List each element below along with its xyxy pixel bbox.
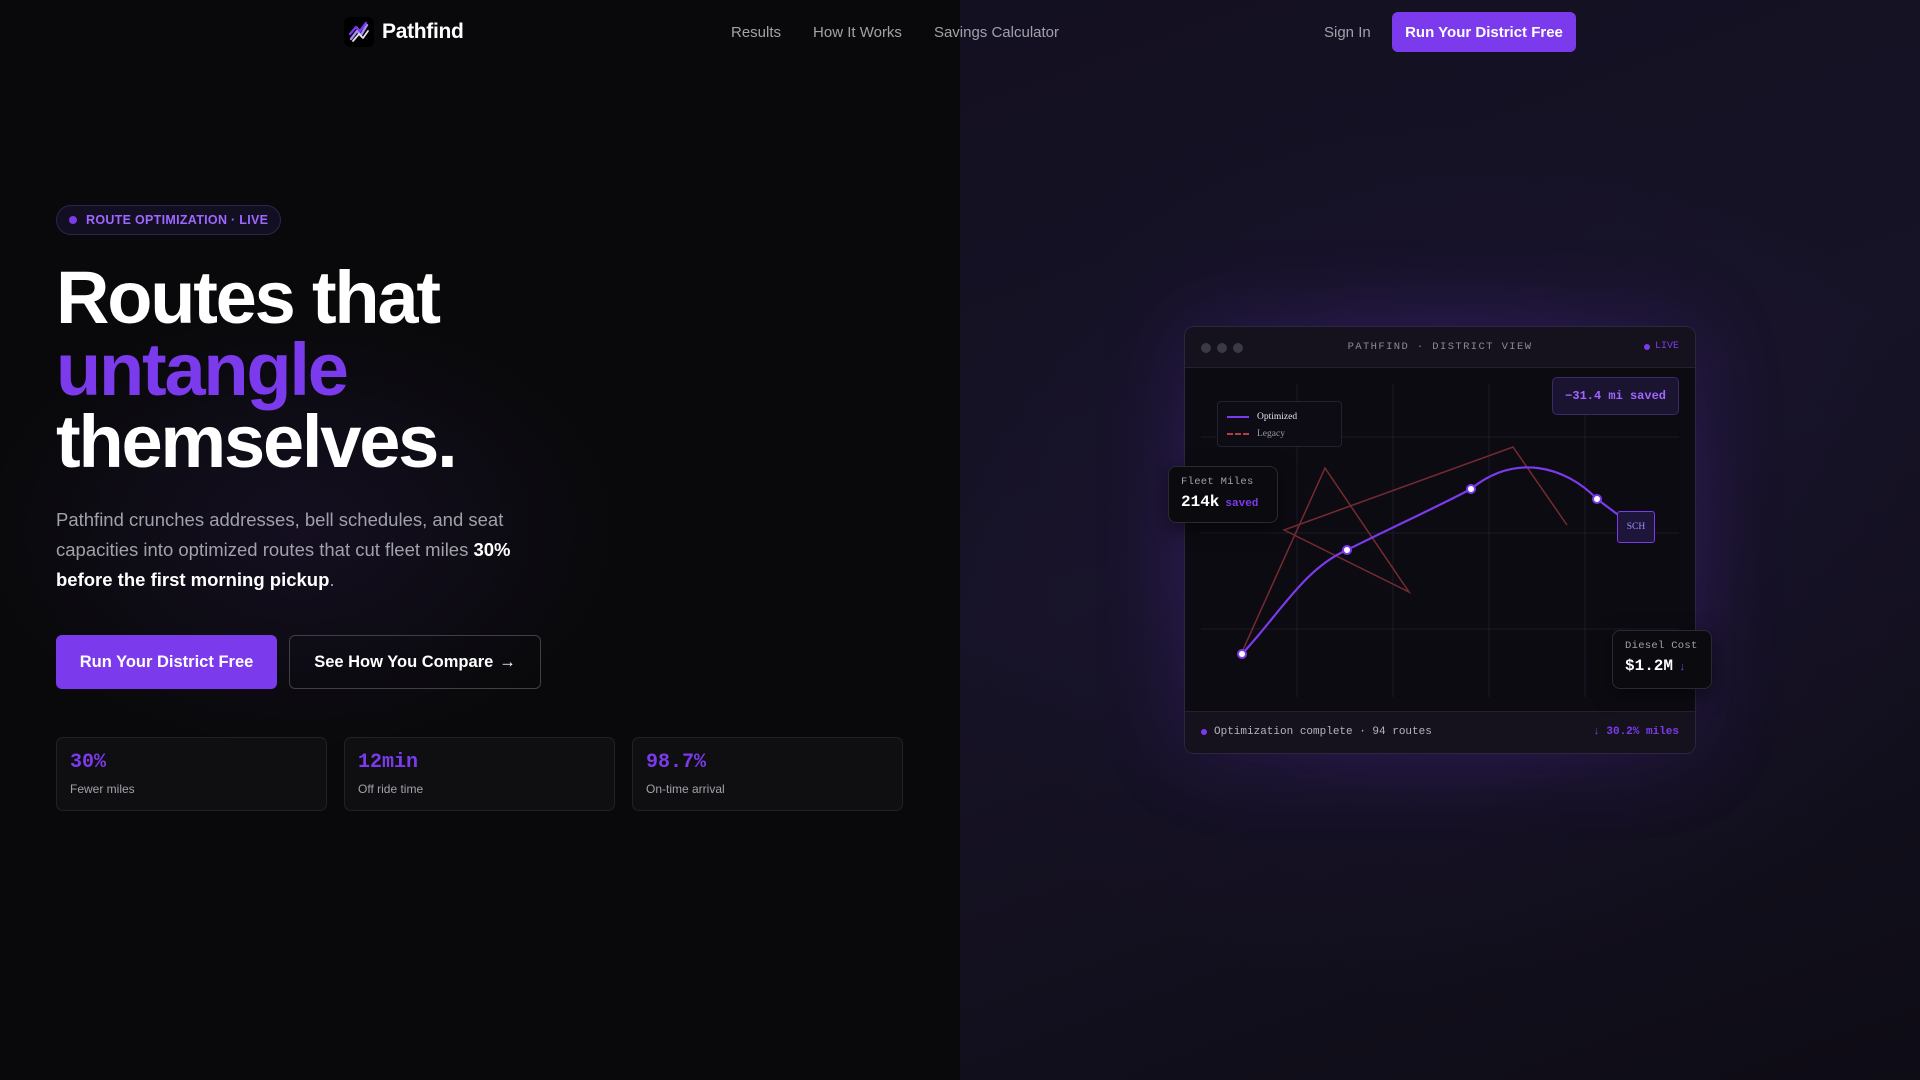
stat-value: 98.7% (646, 751, 707, 774)
status-dot-icon (1201, 729, 1207, 735)
window-titlebar: PATHFIND · DISTRICT VIEW LIVE (1185, 327, 1695, 368)
arrow-right-icon: → (499, 652, 516, 671)
miles-reduction: ↓ 30.2% miles (1593, 726, 1679, 738)
stat-label: On-time arrival (646, 782, 725, 796)
stop-marker (1466, 484, 1476, 494)
brand-name: Pathfind (382, 20, 464, 43)
card-label: Diesel Cost (1625, 640, 1698, 652)
live-label: LIVE (1654, 341, 1679, 352)
miles-saved-pill: −31.4 mi saved (1552, 377, 1679, 415)
fleet-miles-card: Fleet Miles 214k saved (1168, 466, 1278, 523)
live-indicator: LIVE (1643, 341, 1679, 352)
fleet-value: 214k (1181, 493, 1220, 511)
down-arrow-icon: ↓ (1679, 662, 1686, 674)
nav-link-how-it-works[interactable]: How It Works (813, 24, 902, 41)
subcopy-end: . (329, 569, 335, 590)
stats-row: 30% Fewer miles 12min Off ride time 98.7… (56, 737, 903, 811)
headline-accent: untangle (56, 328, 349, 411)
headline-line-3: themselves. (56, 400, 458, 483)
school-marker: SCH (1617, 511, 1655, 543)
compare-button[interactable]: See How You Compare → (289, 635, 541, 689)
card-label: Fleet Miles (1181, 476, 1254, 488)
optimization-status: Optimization complete · 94 routes (1201, 726, 1432, 738)
top-nav: Pathfind Results How It Works Savings Ca… (0, 0, 1920, 64)
nav-link-results[interactable]: Results (731, 24, 781, 41)
live-dot-icon (1643, 343, 1650, 350)
status-badge: ROUTE OPTIMIZATION · LIVE (56, 205, 282, 235)
route-logo-icon (344, 17, 374, 47)
card-value: $1.2M ↓ (1625, 657, 1699, 675)
hero-subcopy: Pathfind crunches addresses, bell schedu… (56, 505, 526, 595)
sign-in-link[interactable]: Sign In (1324, 24, 1371, 41)
stop-marker (1237, 649, 1247, 659)
nav-cta-button[interactable]: Run Your District Free (1392, 12, 1576, 52)
stat-card: 12min Off ride time (344, 737, 615, 811)
stop-marker (1592, 494, 1602, 504)
optimized-route (1241, 466, 1626, 655)
legend-item-legacy: Legacy (1227, 425, 1332, 442)
stat-value: 12min (358, 751, 419, 774)
compare-button-label: See How You Compare (314, 652, 494, 671)
subcopy-text: Pathfind crunches addresses, bell schedu… (56, 509, 504, 560)
stat-label: Off ride time (358, 782, 424, 796)
legend-item-optimized: Optimized (1227, 408, 1332, 425)
status-text: Optimization complete · 94 routes (1214, 726, 1432, 738)
route-legend: Optimized Legacy (1217, 401, 1342, 447)
window-footer: Optimization complete · 94 routes ↓ 30.2… (1185, 711, 1695, 753)
stat-label: Fewer miles (70, 782, 135, 796)
solid-line-icon (1227, 415, 1249, 418)
legend-label: Legacy (1257, 428, 1285, 439)
legacy-route (1241, 446, 1568, 653)
stat-card: 98.7% On-time arrival (632, 737, 903, 811)
nav-links: Results How It Works Savings Calculator (731, 24, 1059, 41)
card-value: 214k saved (1181, 493, 1265, 511)
dashed-line-icon (1227, 432, 1249, 435)
live-dot-icon (69, 216, 77, 224)
district-view-window: PATHFIND · DISTRICT VIEW LIVE Optimized … (1184, 326, 1696, 754)
legend-label: Optimized (1257, 411, 1298, 422)
fleet-suffix: saved (1225, 498, 1259, 510)
stop-marker (1342, 545, 1352, 555)
headline-line-1: Routes that (56, 256, 441, 339)
brand[interactable]: Pathfind (344, 17, 464, 47)
nav-link-savings-calculator[interactable]: Savings Calculator (934, 24, 1059, 41)
run-district-button[interactable]: Run Your District Free (56, 635, 277, 689)
hero-headline: Routes that untangle themselves. (56, 256, 458, 483)
diesel-value: $1.2M (1625, 657, 1674, 675)
stat-card: 30% Fewer miles (56, 737, 327, 811)
badge-label: ROUTE OPTIMIZATION · LIVE (86, 213, 269, 227)
diesel-cost-card: Diesel Cost $1.2M ↓ (1612, 630, 1712, 689)
window-title: PATHFIND · DISTRICT VIEW (1347, 341, 1533, 353)
stat-value: 30% (70, 751, 107, 774)
